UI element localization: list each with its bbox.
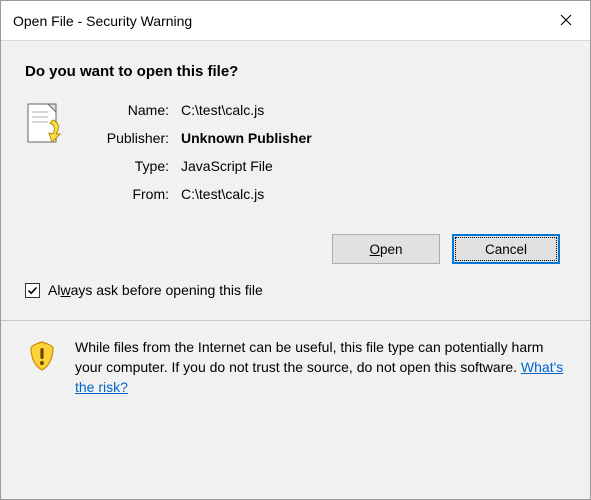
type-value: JavaScript File (181, 156, 566, 176)
window-title: Open File - Security Warning (13, 13, 192, 29)
titlebar: Open File - Security Warning (1, 1, 590, 41)
question-heading: Do you want to open this file? (1, 41, 590, 94)
shield-warning-icon (25, 337, 61, 397)
name-value: C:\test\calc.js (181, 100, 566, 120)
footer-warning: While files from the Internet can be use… (1, 321, 590, 417)
open-button-label: Open (369, 242, 402, 257)
detail-from: From: C:\test\calc.js (81, 184, 566, 204)
publisher-value: Unknown Publisher (181, 128, 566, 148)
from-value: C:\test\calc.js (181, 184, 566, 204)
detail-publisher: Publisher: Unknown Publisher (81, 128, 566, 148)
type-label: Type: (81, 156, 181, 176)
cancel-button[interactable]: Cancel (452, 234, 560, 264)
close-icon (560, 13, 572, 29)
open-button[interactable]: Open (332, 234, 440, 264)
button-row: Open Cancel (1, 212, 590, 278)
close-button[interactable] (542, 1, 590, 40)
always-ask-row: Always ask before opening this file (1, 278, 590, 320)
footer-text: While files from the Internet can be use… (75, 337, 566, 397)
checkmark-icon (27, 285, 38, 296)
footer-message: While files from the Internet can be use… (75, 339, 543, 375)
file-icon (25, 100, 63, 212)
publisher-label: Publisher: (81, 128, 181, 148)
file-details-section: Name: C:\test\calc.js Publisher: Unknown… (1, 94, 590, 212)
detail-name: Name: C:\test\calc.js (81, 100, 566, 120)
file-details: Name: C:\test\calc.js Publisher: Unknown… (81, 100, 566, 212)
dialog-body: Do you want to open this file? Name: C:\… (1, 41, 590, 499)
always-ask-checkbox[interactable] (25, 283, 40, 298)
always-ask-label[interactable]: Always ask before opening this file (48, 282, 263, 298)
name-label: Name: (81, 100, 181, 120)
detail-type: Type: JavaScript File (81, 156, 566, 176)
cancel-button-label: Cancel (485, 242, 527, 257)
from-label: From: (81, 184, 181, 204)
